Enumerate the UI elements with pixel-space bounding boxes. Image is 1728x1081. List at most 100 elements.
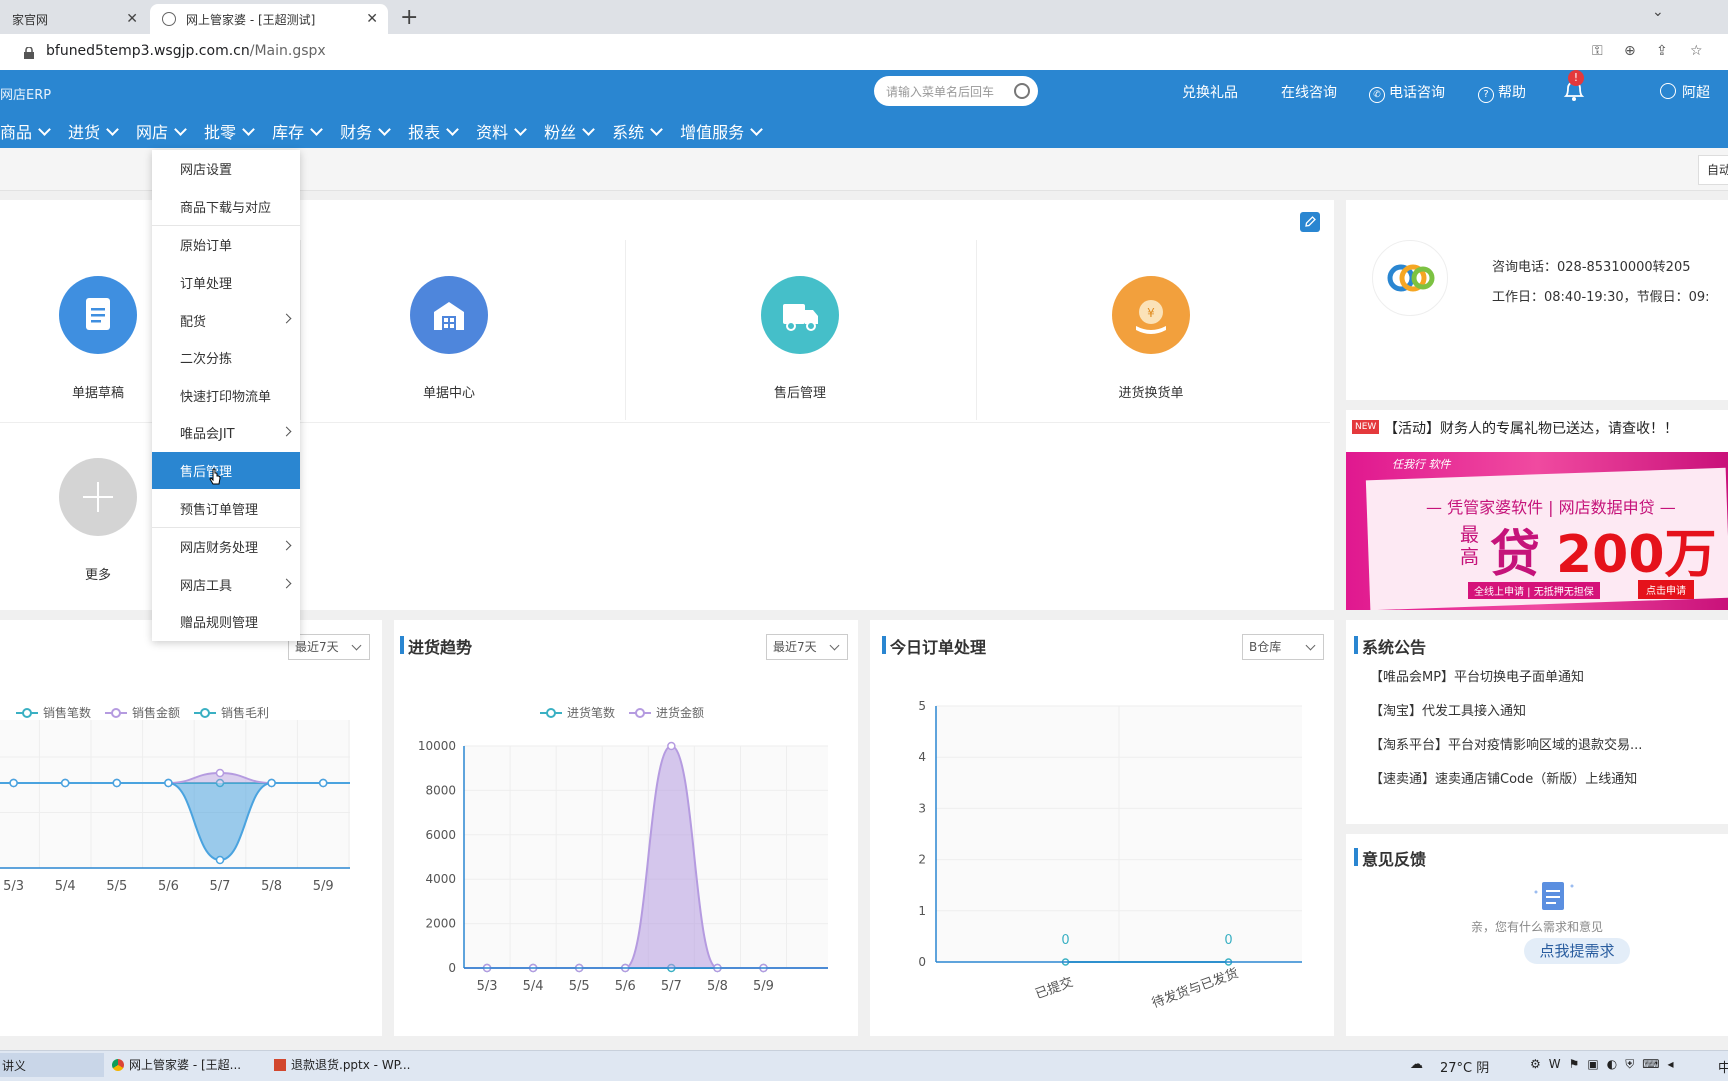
banner-apply-button[interactable]: 点击申请 (1638, 580, 1694, 599)
y-tick-label: 0 (448, 961, 456, 975)
user-menu[interactable]: 阿超 (1660, 82, 1710, 102)
warehouse-value: B仓库 (1249, 640, 1282, 654)
tray-icons[interactable]: ⚙W⚑▣◐⛨⌨◂ (1530, 1057, 1682, 1072)
grid-divider (976, 240, 977, 420)
menu-item-picking[interactable]: 配货 (152, 301, 300, 339)
sales-chart-svg: 5/3 5/4 5/5 5/6 5/7 5/8 5/9 (0, 720, 350, 894)
exchange-gift-link[interactable]: 兑换礼品 (1182, 82, 1238, 102)
sales-range-select[interactable]: 最近7天 (288, 634, 370, 660)
x-tick-label: 5/5 (106, 879, 127, 894)
announcement-item[interactable]: 【淘宝】代发工具接入通知 (1370, 700, 1526, 719)
menu-item-label: 商品下载与对应 (180, 200, 272, 216)
taskbar-item-ppt[interactable]: 退款退货.pptx - WP... (274, 1056, 411, 1073)
taskbar-item-browser[interactable]: 网上管家婆 - [王超... (112, 1056, 241, 1073)
online-consult-link[interactable]: 在线咨询 (1281, 82, 1337, 102)
browser-tab-active[interactable]: 网上管家婆 - [王超测试] ✕ (150, 4, 388, 34)
menu-item-order-processing[interactable]: 订单处理 (152, 264, 300, 302)
sales-range-value: 最近7天 (295, 640, 339, 654)
new-tab-icon[interactable]: + (400, 5, 418, 30)
x-tick-label: 5/9 (313, 879, 334, 894)
edit-icon[interactable] (1300, 212, 1320, 232)
legend-item[interactable]: 销售笔数 (16, 704, 91, 721)
taskbar-label: 网上管家婆 - [王超... (129, 1058, 242, 1072)
y-tick-label: 2000 (425, 917, 456, 931)
menu-item-shop-finance[interactable]: 网店财务处理 (152, 526, 300, 566)
menu-item-quick-print[interactable]: 快速打印物流单 (152, 377, 300, 415)
menu-item-shop-tools[interactable]: 网店工具 (152, 566, 300, 604)
menu-item-raw-orders[interactable]: 原始订单 (152, 225, 300, 264)
promo-banner[interactable]: 任我行 软件 — 凭管家婆软件 | 网店数据申贷 — 最高 贷 200万 全线上… (1346, 452, 1728, 610)
nav-item-goods[interactable]: 商品 (0, 116, 51, 146)
nav-item-data[interactable]: 资料 (476, 116, 527, 146)
menu-item-label: 售后管理 (180, 465, 233, 481)
quick-item-label: 单据草稿 (71, 386, 124, 401)
nav-item-purchase[interactable]: 进货 (68, 116, 119, 146)
key-icon[interactable]: ⚿ (1592, 43, 1603, 59)
x-tick-label: 5/8 (261, 879, 282, 894)
menu-item-gift-rules[interactable]: 赠品规则管理 (152, 603, 300, 641)
close-tab-icon[interactable]: ✕ (366, 11, 378, 27)
menu-search-input[interactable]: 请输入菜单名后回车 (874, 76, 1038, 106)
chevron-down-icon (310, 122, 323, 136)
nav-item-shop[interactable]: 网店 (136, 116, 187, 146)
y-tick-label: 0 (918, 955, 926, 969)
data-point (112, 778, 122, 788)
legend-item[interactable]: 进货笔数 (540, 704, 615, 721)
url-host: bfuned5temp3.wsgjp.com.cn (46, 43, 250, 59)
lock-icon[interactable] (24, 44, 34, 59)
y-tick-label: 8000 (425, 783, 456, 797)
share-icon[interactable]: ⇪ (1656, 43, 1668, 59)
x-tick-label: 5/7 (661, 979, 682, 994)
menu-item-vip-jit[interactable]: 唯品会JIT (152, 414, 300, 452)
presentation-icon (274, 1058, 286, 1071)
nav-item-fans[interactable]: 粉丝 (544, 116, 596, 146)
phone-consult-link[interactable]: ✆ 电话咨询 (1369, 82, 1445, 103)
nav-label: 资料 (476, 123, 509, 142)
menu-item-secondary-sorting[interactable]: 二次分拣 (152, 339, 300, 377)
legend-item[interactable]: 进货金额 (629, 704, 704, 721)
close-tab-icon[interactable]: ✕ (126, 11, 138, 27)
help-link[interactable]: ? 帮助 (1478, 82, 1526, 103)
nav-item-system[interactable]: 系统 (612, 116, 664, 146)
announcement-item[interactable]: 【淘系平台】平台对疫情影响区域的退款交易... (1370, 734, 1642, 753)
legend-item[interactable]: 销售毛利 (194, 704, 269, 721)
chevron-down-icon (514, 122, 527, 136)
weather-text[interactable]: 27°C 阴 (1440, 1057, 1489, 1076)
nav-item-finance[interactable]: 财务 (340, 116, 391, 146)
menu-item-label: 网店财务处理 (180, 541, 259, 557)
auto-button[interactable]: 自动 (1698, 155, 1728, 185)
svg-text:¥: ¥ (1147, 306, 1155, 320)
nav-item-value-added[interactable]: 增值服务 (680, 116, 764, 146)
tab-label: 家官网 (12, 12, 49, 27)
menu-item-after-sales[interactable]: 售后管理 (152, 451, 300, 490)
tab-search-chevron-icon[interactable]: ⌄ (1652, 4, 1664, 20)
zoom-icon[interactable]: ⊕ (1624, 43, 1636, 59)
y-tick-label: 3 (918, 801, 926, 815)
x-tick-label: 5/3 (3, 879, 24, 894)
chevron-down-icon (829, 640, 840, 651)
url-field[interactable]: bfuned5temp3.wsgjp.com.cn/Main.gspx (46, 43, 326, 59)
menu-item-shop-settings[interactable]: 网店设置 (152, 150, 300, 188)
menu-item-label: 快速打印物流单 (180, 389, 272, 405)
search-icon[interactable] (1014, 83, 1030, 99)
submit-feedback-button[interactable]: 点我提需求 (1524, 938, 1630, 964)
announcement-item[interactable]: 【唯品会MP】平台切换电子面单通知 (1370, 666, 1584, 685)
purchase-range-value: 最近7天 (773, 640, 817, 654)
warehouse-select[interactable]: B仓库 (1242, 634, 1324, 660)
announcement-item[interactable]: 【速卖通】速卖通店铺Code（新版）上线通知 (1370, 768, 1637, 787)
bookmark-star-icon[interactable]: ☆ (1690, 43, 1703, 59)
menu-item-label: 唯品会JIT (180, 427, 235, 443)
feedback-prompt: 亲，您有什么需求和意见 (1470, 920, 1603, 934)
legend-item[interactable]: 销售金额 (105, 704, 180, 721)
data-point (60, 778, 70, 788)
nav-item-reports[interactable]: 报表 (408, 116, 459, 146)
menu-item-presale-orders[interactable]: 预售订单管理 (152, 489, 300, 527)
ime-indicator[interactable]: 中 (1718, 1057, 1728, 1076)
taskbar-item[interactable]: 讲义 (0, 1053, 104, 1077)
nav-item-inventory[interactable]: 库存 (272, 116, 323, 146)
menu-item-goods-download[interactable]: 商品下载与对应 (152, 188, 300, 226)
browser-tab[interactable]: 家官网 ✕ (0, 4, 148, 34)
purchase-range-select[interactable]: 最近7天 (766, 634, 848, 660)
nav-item-retail[interactable]: 批零 (204, 116, 255, 146)
promo-headline[interactable]: 【活动】财务人的专属礼物已送达，请查收！！ (1384, 418, 1678, 438)
